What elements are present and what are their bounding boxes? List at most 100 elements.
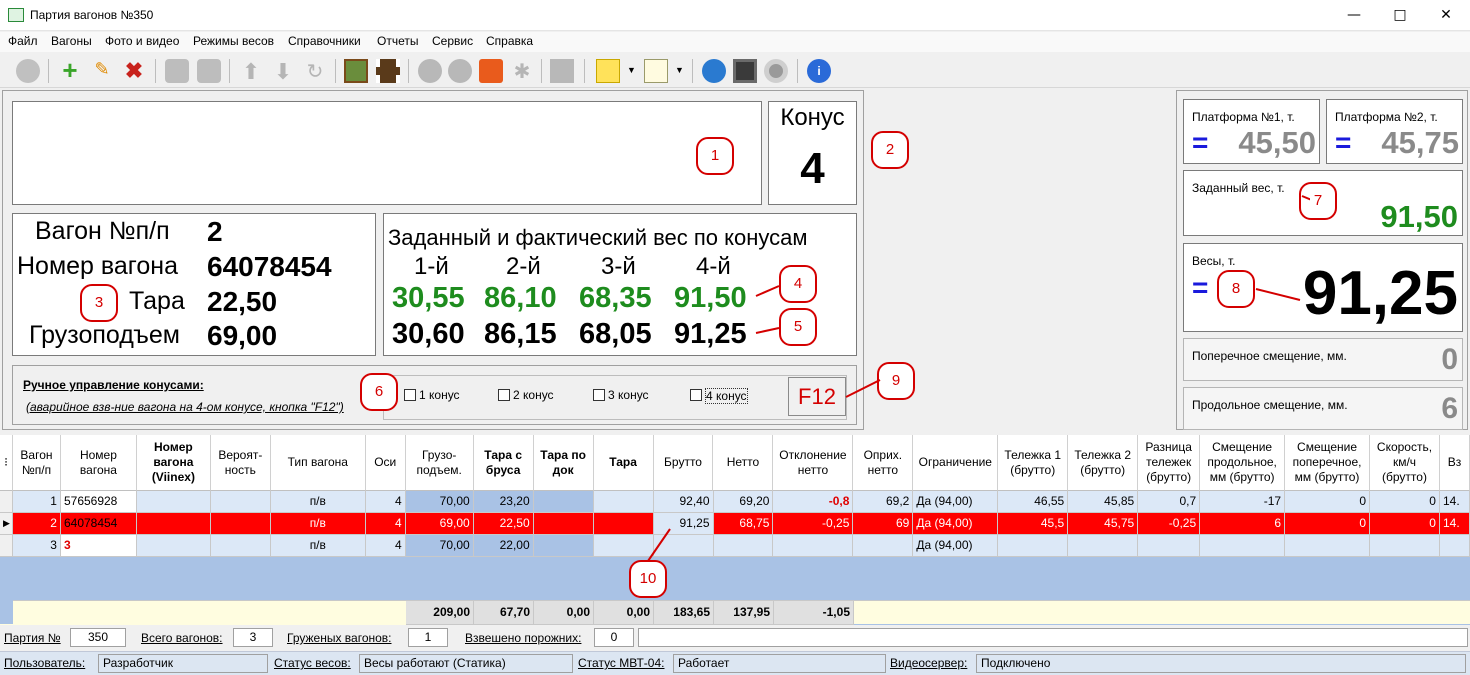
- table-cell[interactable]: [1285, 535, 1371, 557]
- table-cell[interactable]: 45,85: [1068, 491, 1139, 513]
- column-header[interactable]: Номер вагона: [60, 435, 137, 491]
- table-cell[interactable]: 69,00: [405, 513, 474, 535]
- cone-1-checkbox-label[interactable]: 1 конус: [419, 388, 460, 402]
- film-icon[interactable]: [376, 59, 400, 83]
- image-icon[interactable]: [344, 59, 368, 83]
- column-header[interactable]: Брутто: [653, 435, 714, 491]
- table-cell[interactable]: Да (94,00): [913, 535, 999, 557]
- table-cell[interactable]: 14.: [1439, 491, 1470, 513]
- column-header[interactable]: Тара: [593, 435, 654, 491]
- mail-icon[interactable]: [479, 59, 503, 83]
- table-cell[interactable]: 0: [1285, 513, 1371, 535]
- up-icon[interactable]: ⬆: [239, 59, 263, 84]
- column-header[interactable]: Номер вагона (Viinex): [136, 435, 211, 491]
- table-cell[interactable]: [210, 491, 271, 513]
- document-icon[interactable]: [644, 59, 668, 83]
- minimize-icon[interactable]: —: [1331, 0, 1377, 31]
- column-header[interactable]: Оси: [365, 435, 406, 491]
- menu-references[interactable]: Справочники: [288, 34, 361, 48]
- row-selector[interactable]: [0, 491, 13, 513]
- cone-4-checkbox-label[interactable]: 4 конус: [705, 388, 748, 404]
- menu-scale-modes[interactable]: Режимы весов: [193, 34, 274, 48]
- table-cell[interactable]: 4: [365, 535, 406, 557]
- table-cell[interactable]: 70,00: [405, 535, 474, 557]
- chevron-down-icon[interactable]: ▼: [675, 65, 684, 75]
- table-cell[interactable]: 3: [13, 535, 61, 557]
- table-cell[interactable]: 14.: [1439, 513, 1470, 535]
- cone-4-checkbox[interactable]: [690, 389, 702, 401]
- column-header[interactable]: Оприх. нетто: [853, 435, 914, 491]
- table-cell[interactable]: [136, 491, 211, 513]
- table-cell[interactable]: [136, 535, 211, 557]
- table-cell[interactable]: [533, 535, 594, 557]
- table-cell[interactable]: 45,5: [998, 513, 1069, 535]
- table-row[interactable]: ▶ 2 64078454 п/в 4 69,00 22,50 91,25 68,75 -0,25 6…: [0, 513, 1470, 535]
- table-cell[interactable]: [210, 513, 271, 535]
- table-cell[interactable]: 0: [1370, 491, 1440, 513]
- table-cell[interactable]: 69: [853, 513, 914, 535]
- table-cell[interactable]: 23,20: [473, 491, 534, 513]
- table-cell[interactable]: 69,2: [853, 491, 914, 513]
- table-cell[interactable]: [998, 535, 1069, 557]
- table-cell[interactable]: 3: [60, 535, 137, 557]
- column-header[interactable]: Отклонение нетто: [773, 435, 854, 491]
- cone-2-checkbox-label[interactable]: 2 конус: [513, 388, 554, 402]
- column-header[interactable]: Нетто: [713, 435, 774, 491]
- table-cell[interactable]: 4: [365, 513, 406, 535]
- table-cell[interactable]: [1370, 535, 1440, 557]
- add-icon[interactable]: +: [58, 57, 82, 83]
- table-cell[interactable]: [210, 535, 271, 557]
- camera-icon[interactable]: [165, 59, 189, 83]
- table-cell[interactable]: -0,25: [1138, 513, 1201, 535]
- table-cell[interactable]: п/в: [270, 491, 366, 513]
- close-icon[interactable]: ✕: [1423, 0, 1469, 31]
- column-header[interactable]: Тележка 1 (брутто): [998, 435, 1069, 491]
- down-icon[interactable]: ⬇: [271, 59, 295, 84]
- save-icon[interactable]: [733, 59, 757, 83]
- column-header[interactable]: Тележка 2 (брутто): [1068, 435, 1139, 491]
- menu-service[interactable]: Сервис: [432, 34, 473, 48]
- table-cell[interactable]: 6: [1200, 513, 1286, 535]
- column-header[interactable]: Грузо-подъем.: [405, 435, 474, 491]
- chevron-down-icon[interactable]: ▼: [627, 65, 636, 75]
- table-cell[interactable]: -0,8: [773, 491, 854, 513]
- table-cell[interactable]: 0: [1285, 491, 1371, 513]
- maximize-icon[interactable]: □: [1377, 0, 1423, 31]
- column-header[interactable]: Разница тележек (брутто): [1138, 435, 1201, 491]
- delete-icon[interactable]: ✖: [122, 59, 146, 83]
- column-header[interactable]: Тип вагона: [270, 435, 366, 491]
- info-icon[interactable]: i: [807, 59, 831, 83]
- table-cell[interactable]: 22,50: [473, 513, 534, 535]
- table-cell[interactable]: 1: [13, 491, 61, 513]
- menu-photo-video[interactable]: Фото и видео: [105, 34, 179, 48]
- table-cell[interactable]: -0,25: [773, 513, 854, 535]
- table-cell[interactable]: п/в: [270, 535, 366, 557]
- table-cell[interactable]: 64078454: [60, 513, 137, 535]
- globe-icon[interactable]: [702, 59, 726, 83]
- table-cell[interactable]: [713, 535, 774, 557]
- cone-3-checkbox[interactable]: [593, 389, 605, 401]
- column-header[interactable]: Тара по док: [533, 435, 594, 491]
- table-cell[interactable]: Да (94,00): [913, 513, 999, 535]
- f12-button[interactable]: F12: [788, 377, 846, 416]
- cone-3-checkbox-label[interactable]: 3 конус: [608, 388, 649, 402]
- column-header[interactable]: Вагон №п/п: [12, 435, 61, 491]
- menu-help[interactable]: Справка: [486, 34, 533, 48]
- stop-icon[interactable]: [550, 59, 574, 83]
- table-cell[interactable]: [1068, 535, 1139, 557]
- forward-icon[interactable]: [448, 59, 472, 83]
- table-cell[interactable]: 68,75: [713, 513, 774, 535]
- table-cell[interactable]: 0: [1370, 513, 1440, 535]
- table-cell[interactable]: [773, 535, 854, 557]
- table-cell[interactable]: -17: [1200, 491, 1286, 513]
- column-header[interactable]: Вз: [1439, 435, 1470, 491]
- column-header[interactable]: Тара с бруса: [473, 435, 534, 491]
- table-cell[interactable]: [533, 491, 594, 513]
- table-cell[interactable]: [593, 491, 654, 513]
- photo-icon[interactable]: [197, 59, 221, 83]
- grid-options-icon[interactable]: ⁝: [0, 435, 13, 491]
- column-header[interactable]: Смещение поперечное, мм (брутто): [1285, 435, 1371, 491]
- table-cell[interactable]: [853, 535, 914, 557]
- row-selector[interactable]: ▶: [0, 513, 13, 535]
- note-icon[interactable]: [596, 59, 620, 83]
